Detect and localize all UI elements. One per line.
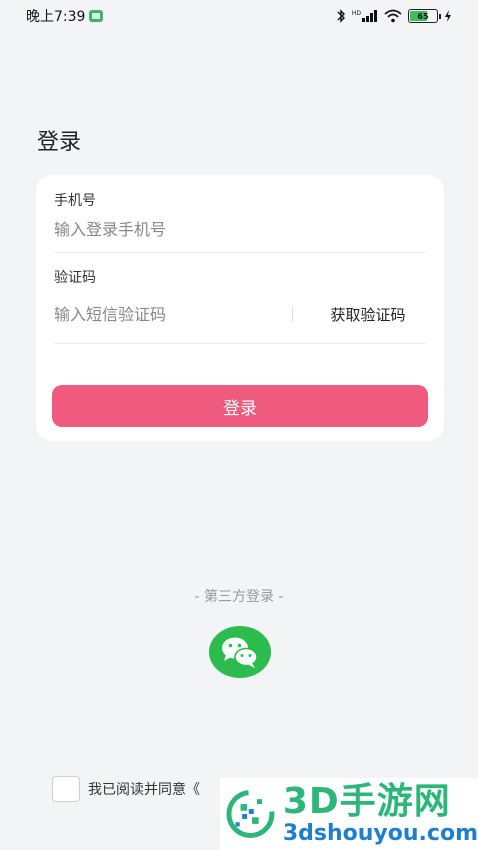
agreement-text[interactable]: 我已阅读并同意《: [88, 779, 200, 799]
code-label: 验证码: [54, 270, 96, 286]
watermark-url: 3dshouyou.com: [282, 821, 478, 846]
code-separator: [292, 306, 293, 322]
login-card: 手机号 验证码 获取验证码 登录: [36, 175, 444, 441]
battery-level: 65: [417, 11, 429, 21]
wechat-login-button[interactable]: [209, 626, 271, 678]
login-button[interactable]: 登录: [52, 385, 428, 427]
agreement-row: 我已阅读并同意《: [52, 776, 200, 802]
bluetooth-icon: [337, 9, 345, 23]
notification-icon: [89, 10, 104, 22]
phone-divider: [54, 252, 426, 253]
battery-icon: 65: [408, 9, 441, 23]
status-right: HD 65: [336, 9, 452, 23]
phone-label: 手机号: [54, 193, 96, 209]
code-divider: [54, 343, 426, 344]
watermark-title: 3D手游网: [282, 781, 451, 822]
status-time: 晚上7:39: [26, 9, 86, 25]
status-bar: 晚上7:39 HD 65: [0, 0, 478, 32]
charging-icon: [445, 10, 451, 22]
third-party-label: - 第三方登录 -: [194, 589, 284, 605]
watermark-texts: 3D手游网 3dshouyou.com: [283, 782, 478, 846]
phone-input[interactable]: [54, 215, 424, 243]
network-type: HD: [351, 10, 361, 17]
page-title: 登录: [37, 130, 82, 155]
wifi-icon: [384, 9, 402, 23]
get-code-button[interactable]: 获取验证码: [308, 301, 428, 327]
agreement-checkbox[interactable]: [52, 776, 80, 802]
wechat-icon: [222, 637, 258, 668]
code-input[interactable]: [54, 300, 284, 328]
signal-icon: HD: [352, 10, 378, 22]
watermark: 3D手游网 3dshouyou.com: [220, 778, 478, 850]
watermark-logo-icon: [226, 790, 275, 838]
status-left: 晚上7:39: [26, 6, 104, 26]
